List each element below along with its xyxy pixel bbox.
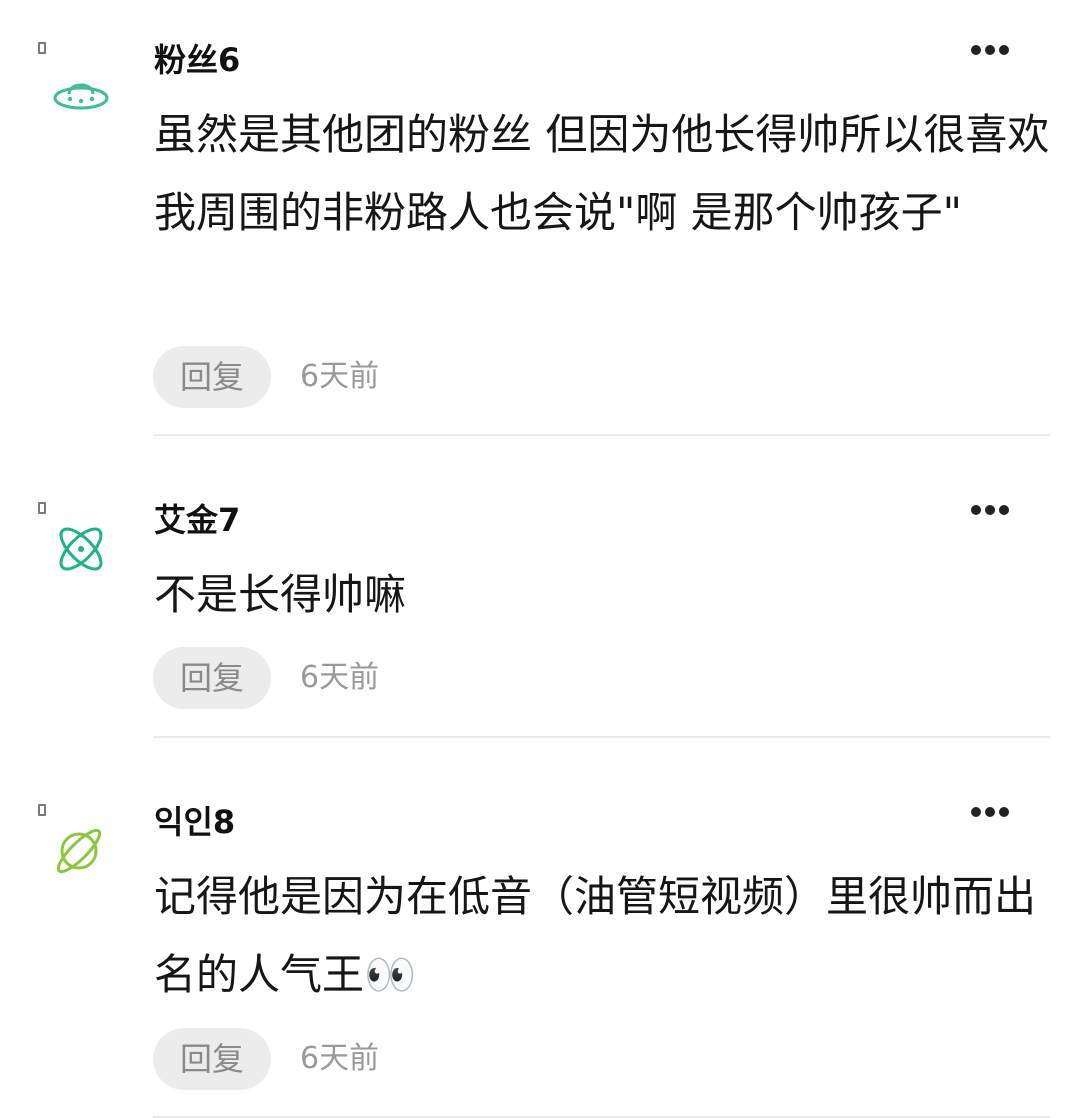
comment-username[interactable]: 艾金7	[154, 500, 240, 540]
more-options-icon[interactable]	[966, 40, 1014, 60]
reply-button[interactable]: 回复	[153, 346, 271, 408]
comment-content: 虽然是其他团的粉丝 但因为他长得帅所以很喜欢 我周围的非粉路人也会说"啊 是那个…	[154, 110, 1063, 237]
reply-button[interactable]: 回复	[153, 647, 271, 709]
planet-icon	[56, 828, 102, 874]
comment-content: 记得他是因为在低音（油管短视频）里很帅而出名的人气王👀	[154, 872, 1037, 999]
more-options-icon[interactable]	[966, 802, 1014, 822]
more-options-icon[interactable]	[966, 500, 1014, 520]
comment-time: 6天前	[300, 660, 380, 695]
comment-username[interactable]: 粉丝6	[154, 40, 240, 80]
badge-icon	[38, 502, 46, 514]
ufo-icon	[53, 83, 109, 110]
avatar[interactable]	[50, 66, 112, 128]
comment-time: 6天前	[300, 359, 380, 394]
reply-button[interactable]: 回复	[153, 1028, 271, 1090]
badge-icon	[38, 42, 46, 54]
divider	[153, 736, 1050, 738]
comment-username[interactable]: 익인8	[154, 802, 235, 842]
atom-icon	[59, 527, 103, 571]
comment-time: 6天前	[300, 1041, 380, 1076]
avatar[interactable]	[50, 518, 112, 580]
divider	[153, 434, 1050, 436]
comment-content: 不是长得帅嘛	[154, 570, 407, 619]
badge-icon	[38, 804, 46, 816]
avatar[interactable]	[50, 818, 112, 880]
